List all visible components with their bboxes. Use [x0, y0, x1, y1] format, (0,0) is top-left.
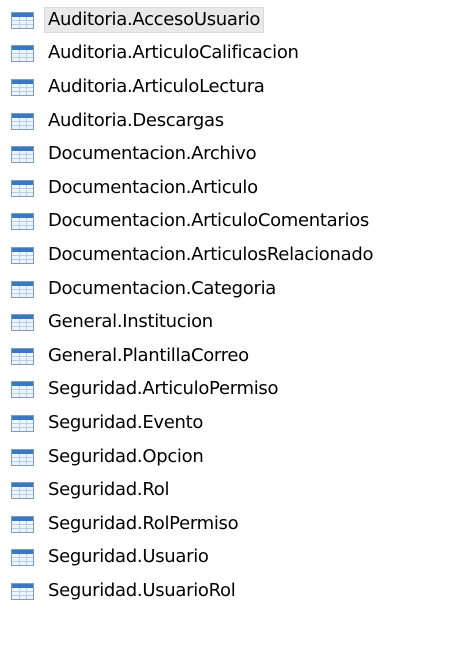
table-icon: [11, 347, 34, 365]
table-icon: [11, 246, 34, 264]
table-list: Auditoria.AccesoUsuario Auditoria.Articu…: [0, 3, 452, 608]
table-item-label: Documentacion.ArticuloComentarios: [48, 210, 369, 232]
table-item-seguridad-articulopermiso[interactable]: Seguridad.ArticuloPermiso: [0, 373, 452, 407]
table-icon: [11, 515, 34, 533]
table-item-label: Seguridad.Usuario: [48, 546, 209, 568]
table-item-label: Seguridad.RolPermiso: [48, 512, 239, 534]
table-item-seguridad-usuario[interactable]: Seguridad.Usuario: [0, 541, 452, 575]
table-item-label: Seguridad.Opcion: [48, 445, 204, 467]
table-item-general-institucion[interactable]: General.Institucion: [0, 305, 452, 339]
table-item-auditoria-articulocalificacion[interactable]: Auditoria.ArticuloCalificacion: [0, 37, 452, 71]
table-item-label: Documentacion.Articulo: [48, 176, 258, 198]
table-item-label: Seguridad.Evento: [48, 411, 204, 433]
table-item-label: Auditoria.AccesoUsuario: [44, 6, 265, 33]
table-icon: [11, 582, 34, 600]
table-icon: [11, 112, 34, 130]
table-icon: [11, 448, 34, 466]
table-item-seguridad-rol[interactable]: Seguridad.Rol: [0, 473, 452, 507]
table-item-label: Auditoria.ArticuloCalificacion: [48, 42, 299, 64]
table-item-auditoria-descargas[interactable]: Auditoria.Descargas: [0, 104, 452, 138]
table-icon: [11, 146, 34, 164]
table-item-label: Auditoria.ArticuloLectura: [48, 75, 265, 97]
table-item-documentacion-articulosrelacionado[interactable]: Documentacion.ArticulosRelacionado: [0, 238, 452, 272]
table-item-documentacion-articulocomentarios[interactable]: Documentacion.ArticuloComentarios: [0, 205, 452, 239]
table-icon: [11, 381, 34, 399]
table-item-label: Documentacion.Categoria: [48, 277, 277, 299]
table-icon: [11, 213, 34, 231]
table-icon: [11, 78, 34, 96]
table-icon: [11, 45, 34, 63]
table-item-label: Documentacion.ArticulosRelacionado: [48, 243, 374, 265]
table-item-seguridad-usuariorol[interactable]: Seguridad.UsuarioRol: [0, 574, 452, 608]
table-item-label: Documentacion.Archivo: [48, 143, 257, 165]
table-item-seguridad-opcion[interactable]: Seguridad.Opcion: [0, 440, 452, 474]
table-item-auditoria-accesousuario[interactable]: Auditoria.AccesoUsuario: [0, 3, 452, 37]
table-item-documentacion-categoria[interactable]: Documentacion.Categoria: [0, 272, 452, 306]
table-item-label: General.Institucion: [48, 311, 213, 333]
table-icon: [11, 549, 34, 567]
table-item-documentacion-articulo[interactable]: Documentacion.Articulo: [0, 171, 452, 205]
table-icon: [11, 482, 34, 500]
table-item-label: Seguridad.ArticuloPermiso: [48, 378, 279, 400]
table-icon: [11, 280, 34, 298]
table-item-label: Seguridad.Rol: [48, 479, 170, 501]
table-item-label: Auditoria.Descargas: [48, 109, 224, 131]
table-item-seguridad-evento[interactable]: Seguridad.Evento: [0, 406, 452, 440]
table-icon: [11, 314, 34, 332]
table-item-label: Seguridad.UsuarioRol: [48, 579, 236, 601]
table-item-general-plantillacorreo[interactable]: General.PlantillaCorreo: [0, 339, 452, 373]
table-icon: [11, 11, 34, 29]
table-icon: [11, 179, 34, 197]
table-item-documentacion-archivo[interactable]: Documentacion.Archivo: [0, 137, 452, 171]
table-item-seguridad-rolpermiso[interactable]: Seguridad.RolPermiso: [0, 507, 452, 541]
table-item-auditoria-articulolectura[interactable]: Auditoria.ArticuloLectura: [0, 70, 452, 104]
table-item-label: General.PlantillaCorreo: [48, 344, 249, 366]
table-icon: [11, 414, 34, 432]
